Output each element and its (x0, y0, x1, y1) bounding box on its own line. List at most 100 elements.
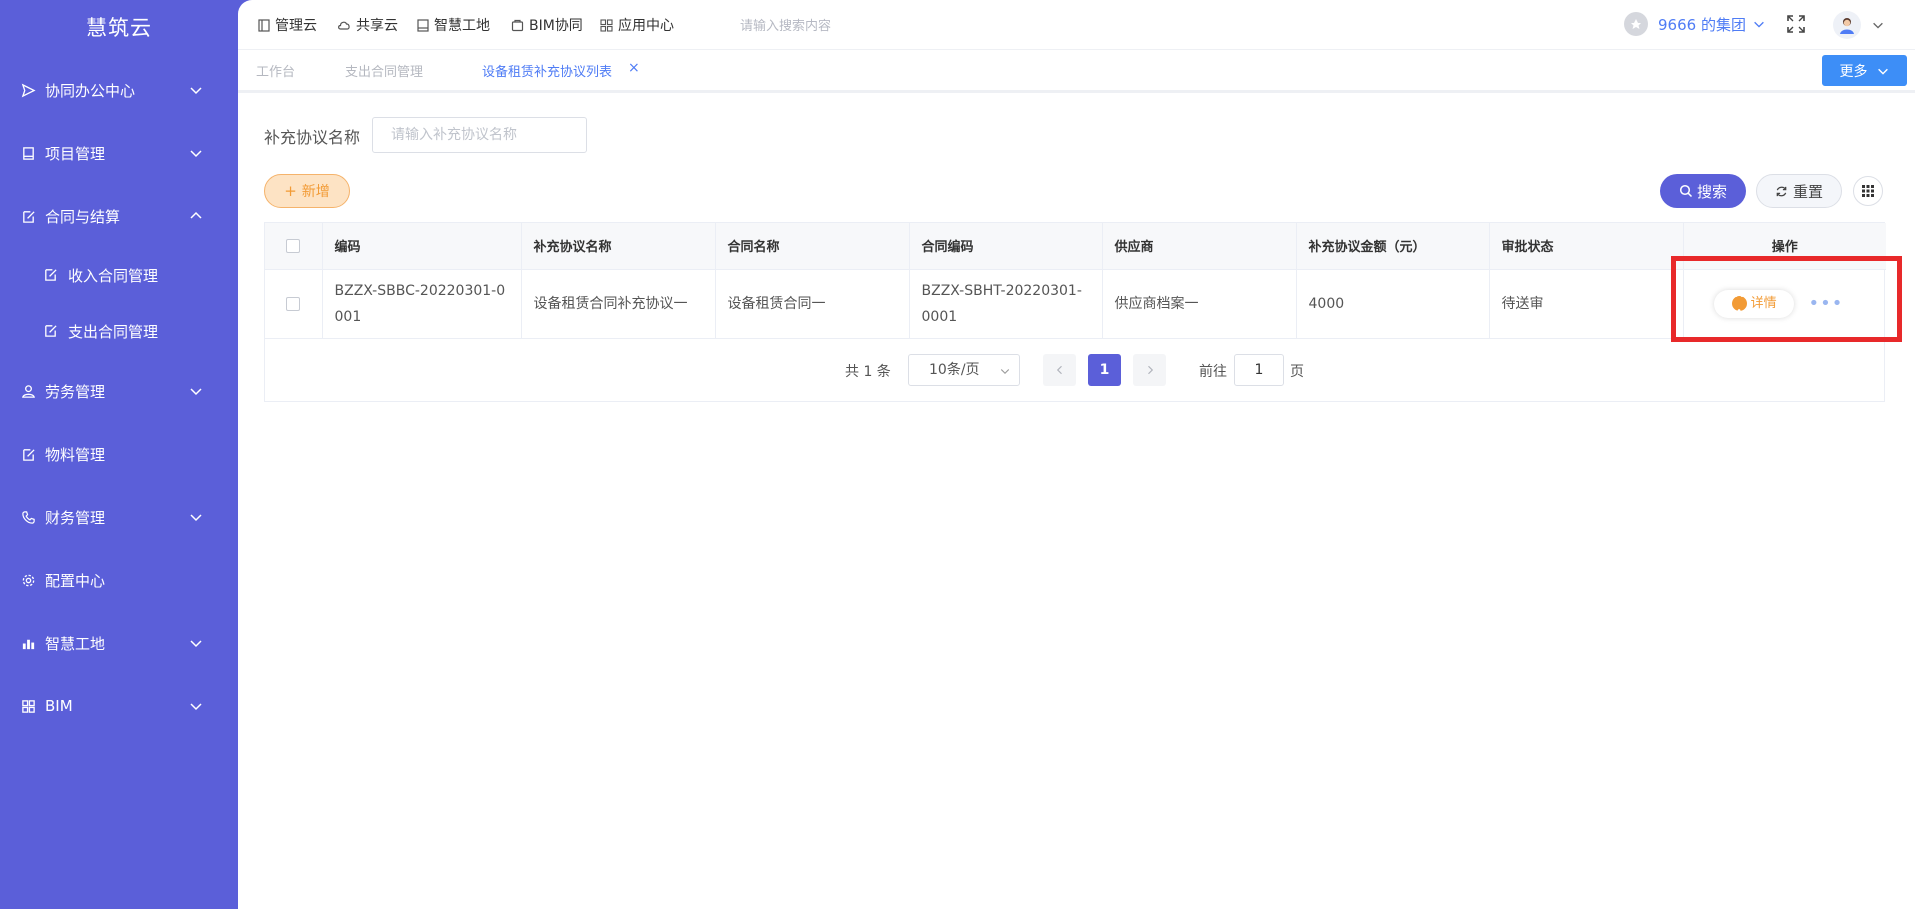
sidebar-item-label: 劳务管理 (45, 382, 106, 401)
sidebar-subitem-label: 收入合同管理 (68, 266, 159, 285)
next-page-button[interactable] (1133, 354, 1166, 386)
chevron-down-icon (1754, 21, 1764, 28)
cell-amount: 4000 (1296, 269, 1490, 339)
row-checkbox[interactable] (265, 269, 323, 339)
chevron-down-icon (190, 640, 202, 648)
sidebar-item-finance[interactable]: 财务管理 (0, 497, 238, 537)
sidebar-item-smart-site[interactable]: 智慧工地 (0, 623, 238, 663)
top-bar: 管理云 共享云 智慧工地 BIM协同 应用中心 请输入搜索内容 9666 的集团 (238, 0, 1915, 50)
sidebar-item-label: BIM (45, 697, 73, 715)
cell-contract-code: BZZX-SBHT-20220301-0001 (909, 269, 1103, 339)
refresh-icon (1776, 186, 1787, 196)
edit-icon (43, 267, 59, 283)
page-size-value: 10条/页 (929, 362, 980, 378)
topnav-item-label: BIM协同 (529, 18, 583, 34)
table-header-row: 编码 补充协议名称 合同名称 合同编码 供应商 补充协议金额（元） 审批状态 操… (265, 223, 1886, 270)
fullscreen-icon[interactable] (1786, 14, 1806, 34)
column-header: 审批状态 (1489, 223, 1684, 270)
add-button-label: 新增 (301, 184, 330, 200)
cell-status: 待送审 (1489, 269, 1684, 339)
sidebar-subitem-label: 支出合同管理 (68, 322, 159, 341)
sidebar-item-label: 智慧工地 (45, 634, 106, 653)
sidebar: 慧筑云 协同办公中心 项目管理 合同与结算 收入合同管理 支出合同管理 劳务管理… (0, 0, 238, 909)
reset-button[interactable]: 重置 (1756, 174, 1842, 208)
more-button[interactable]: 更多 (1822, 55, 1907, 86)
chart-icon (20, 635, 36, 651)
cell-code: BZZX-SBBC-20220301-0001 (322, 269, 522, 339)
grid-icon (1862, 185, 1874, 197)
select-all-checkbox[interactable] (265, 223, 323, 270)
highlight-box (1671, 256, 1902, 342)
topnav-item-app-center[interactable]: 应用中心 (600, 15, 674, 35)
group-avatar (1624, 12, 1648, 36)
chevron-left-icon (1056, 365, 1062, 375)
chevron-up-icon (190, 211, 202, 219)
add-button[interactable]: + 新增 (264, 174, 350, 208)
topnav-item-bim-collab[interactable]: BIM协同 (511, 15, 583, 35)
chevron-right-icon (1147, 365, 1153, 375)
app-logo: 慧筑云 (86, 16, 152, 40)
main-panel: 管理云 共享云 智慧工地 BIM协同 应用中心 请输入搜索内容 9666 的集团 (238, 0, 1915, 909)
sidebar-item-label: 协同办公中心 (45, 81, 136, 100)
sidebar-item-materials[interactable]: 物料管理 (0, 434, 238, 474)
sidebar-item-config[interactable]: 配置中心 (0, 560, 238, 600)
doc-icon (417, 18, 429, 32)
chevron-down-icon (190, 87, 202, 95)
group-name: 9666 的集团 (1658, 15, 1746, 34)
tab-close-icon[interactable]: × (628, 60, 640, 76)
sidebar-item-contract[interactable]: 合同与结算 (0, 196, 238, 236)
topnav-item-label: 智慧工地 (434, 18, 490, 34)
chevron-down-icon (1873, 22, 1883, 29)
column-header: 补充协议名称 (521, 223, 716, 270)
search-button-label: 搜索 (1696, 182, 1727, 201)
column-settings-button[interactable] (1853, 176, 1883, 206)
topnav-item-shared-cloud[interactable]: 共享云 (337, 15, 398, 35)
topnav-item-smart-site[interactable]: 智慧工地 (417, 15, 490, 35)
more-button-label: 更多 (1839, 63, 1868, 80)
sidebar-item-label: 财务管理 (45, 508, 106, 527)
column-header: 编码 (322, 223, 522, 270)
sidebar-item-labor[interactable]: 劳务管理 (0, 371, 238, 411)
sidebar-item-project[interactable]: 项目管理 (0, 133, 238, 173)
column-header: 供应商 (1102, 223, 1297, 270)
chevron-down-icon (190, 150, 202, 158)
agreement-name-input[interactable] (372, 117, 587, 153)
topnav-item-label: 管理云 (275, 18, 317, 34)
reset-button-label: 重置 (1792, 182, 1823, 201)
prev-page-button[interactable] (1043, 354, 1076, 386)
tab-divider (238, 90, 1915, 93)
sidebar-item-bim[interactable]: BIM (0, 686, 238, 726)
pagination: 共 1 条 10条/页 1 前往 页 (238, 353, 1915, 387)
cloud-icon (338, 21, 350, 30)
filter-label: 补充协议名称 (264, 128, 361, 147)
topnav-item-management-cloud[interactable]: 管理云 (258, 15, 317, 35)
book-icon (20, 145, 36, 161)
page-number-current[interactable]: 1 (1088, 354, 1121, 386)
topnav-item-label: 共享云 (356, 18, 398, 34)
edit-icon (20, 446, 36, 462)
gear-icon (20, 572, 36, 588)
pagination-total: 共 1 条 (845, 364, 891, 380)
search-button[interactable]: 搜索 (1660, 174, 1746, 208)
sidebar-subitem-income-contract[interactable]: 收入合同管理 (0, 255, 238, 295)
chevron-down-icon (1877, 68, 1888, 75)
topnav-item-label: 应用中心 (618, 18, 674, 34)
sidebar-item-label: 物料管理 (45, 445, 106, 464)
chevron-down-icon (190, 388, 202, 396)
goto-page-input[interactable] (1234, 354, 1284, 386)
chevron-down-icon (190, 703, 202, 711)
sidebar-subitem-expense-contract[interactable]: 支出合同管理 (0, 311, 238, 351)
tab-expense-contract[interactable]: 支出合同管理 (345, 61, 423, 80)
tab-workbench[interactable]: 工作台 (256, 61, 295, 80)
sidebar-item-collab-office[interactable]: 协同办公中心 (0, 70, 238, 110)
cell-agreement-name: 设备租赁合同补充协议一 (521, 269, 716, 339)
column-header: 合同名称 (715, 223, 910, 270)
cube-icon (511, 19, 524, 31)
column-header: 合同编码 (909, 223, 1103, 270)
page-size-select[interactable]: 10条/页 (908, 354, 1020, 386)
user-menu[interactable] (1833, 11, 1885, 39)
group-selector[interactable]: 9666 的集团 (1624, 12, 1766, 36)
edit-icon (20, 208, 36, 224)
tab-equipment-lease-agreements[interactable]: 设备租赁补充协议列表 (482, 61, 612, 80)
global-search-input[interactable]: 请输入搜索内容 (740, 15, 831, 34)
